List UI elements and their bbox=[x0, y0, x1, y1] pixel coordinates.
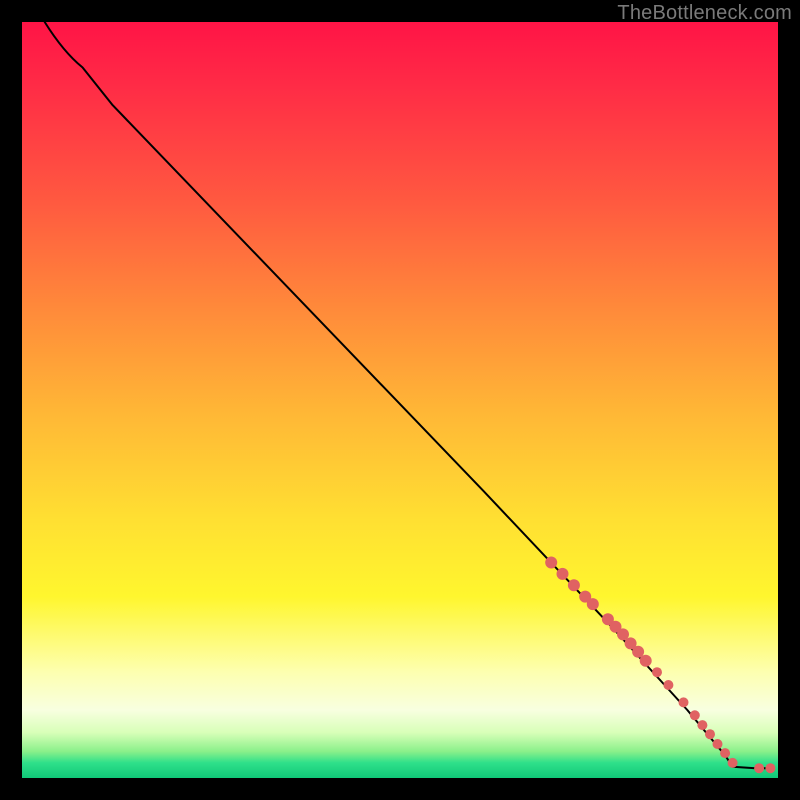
data-marker bbox=[765, 763, 775, 773]
data-marker bbox=[754, 763, 764, 773]
data-marker bbox=[720, 748, 730, 758]
chart-stage: TheBottleneck.com bbox=[0, 0, 800, 800]
data-marker bbox=[545, 557, 557, 569]
data-marker bbox=[705, 729, 715, 739]
data-marker bbox=[652, 667, 662, 677]
data-markers bbox=[545, 557, 775, 774]
data-marker bbox=[697, 720, 707, 730]
data-marker bbox=[728, 758, 738, 768]
data-marker bbox=[713, 739, 723, 749]
data-marker bbox=[640, 655, 652, 667]
data-marker bbox=[690, 710, 700, 720]
curve-line bbox=[45, 22, 771, 768]
chart-overlay bbox=[22, 22, 778, 778]
data-marker bbox=[587, 598, 599, 610]
data-marker bbox=[679, 697, 689, 707]
curve-path bbox=[45, 22, 771, 768]
data-marker bbox=[663, 680, 673, 690]
data-marker bbox=[557, 568, 569, 580]
data-marker bbox=[568, 579, 580, 591]
